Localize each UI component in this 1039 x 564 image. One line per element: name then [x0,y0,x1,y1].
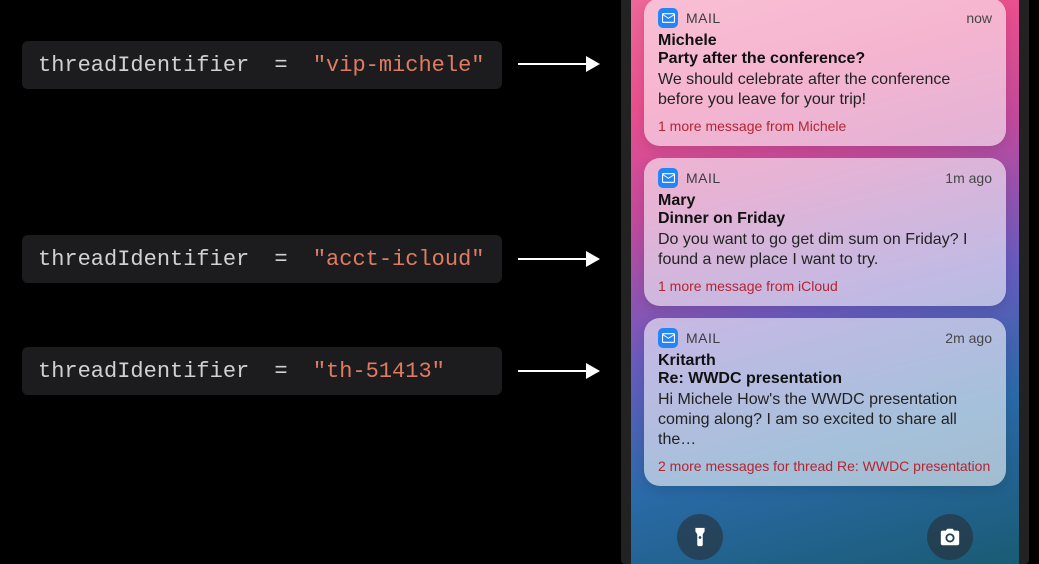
notification-more: 1 more message from iCloud [658,278,992,294]
camera-button[interactable] [927,514,973,560]
mail-icon [658,328,678,348]
code-string-value: "acct-icloud" [313,247,485,272]
notification-timestamp: now [966,10,992,26]
notification-card[interactable]: MAIL now Michele Party after the confere… [644,0,1006,146]
code-property: threadIdentifier [38,53,249,78]
mail-icon [658,8,678,28]
notification-more: 2 more messages for thread Re: WWDC pres… [658,458,992,474]
arrow-icon [518,258,598,260]
phone-mockup: MAIL now Michele Party after the confere… [621,0,1029,564]
notification-sender: Michele [658,32,992,50]
notification-body: We should celebrate after the conference… [658,70,992,110]
notification-subject: Dinner on Friday [658,210,992,228]
notification-stack: MAIL now Michele Party after the confere… [644,0,1006,486]
code-property: threadIdentifier [38,247,249,272]
arrow-icon [518,370,598,372]
code-line-2: threadIdentifier = "acct-icloud" [22,235,502,283]
code-property: threadIdentifier [38,359,249,384]
notification-card[interactable]: MAIL 1m ago Mary Dinner on Friday Do you… [644,158,1006,306]
notification-header: MAIL 1m ago [658,168,992,188]
notification-sender: Kritarth [658,352,992,370]
notification-app-label: MAIL [686,330,937,346]
notification-body: Do you want to go get dim sum on Friday?… [658,230,992,270]
flashlight-icon [689,526,711,548]
code-line-1: threadIdentifier = "vip-michele" [22,41,502,89]
arrow-icon [518,63,598,65]
flashlight-button[interactable] [677,514,723,560]
notification-subject: Re: WWDC presentation [658,370,992,388]
camera-icon [939,526,961,548]
notification-more: 1 more message from Michele [658,118,992,134]
code-line-3: threadIdentifier = "th-51413" [22,347,502,395]
code-string-value: "vip-michele" [313,53,485,78]
notification-card[interactable]: MAIL 2m ago Kritarth Re: WWDC presentati… [644,318,1006,486]
notification-header: MAIL now [658,8,992,28]
code-equals: = [249,247,313,272]
notification-timestamp: 2m ago [945,330,992,346]
mail-icon [658,168,678,188]
notification-app-label: MAIL [686,10,958,26]
notification-body: Hi Michele How's the WWDC presentation c… [658,390,992,450]
notification-app-label: MAIL [686,170,937,186]
notification-timestamp: 1m ago [945,170,992,186]
code-string-value: "th-51413" [313,359,445,384]
notification-subject: Party after the conference? [658,50,992,68]
notification-sender: Mary [658,192,992,210]
code-equals: = [249,53,313,78]
code-equals: = [249,359,313,384]
notification-header: MAIL 2m ago [658,328,992,348]
presentation-slide: threadIdentifier = "vip-michele" threadI… [0,0,1039,551]
lockscreen-controls [631,514,1019,564]
